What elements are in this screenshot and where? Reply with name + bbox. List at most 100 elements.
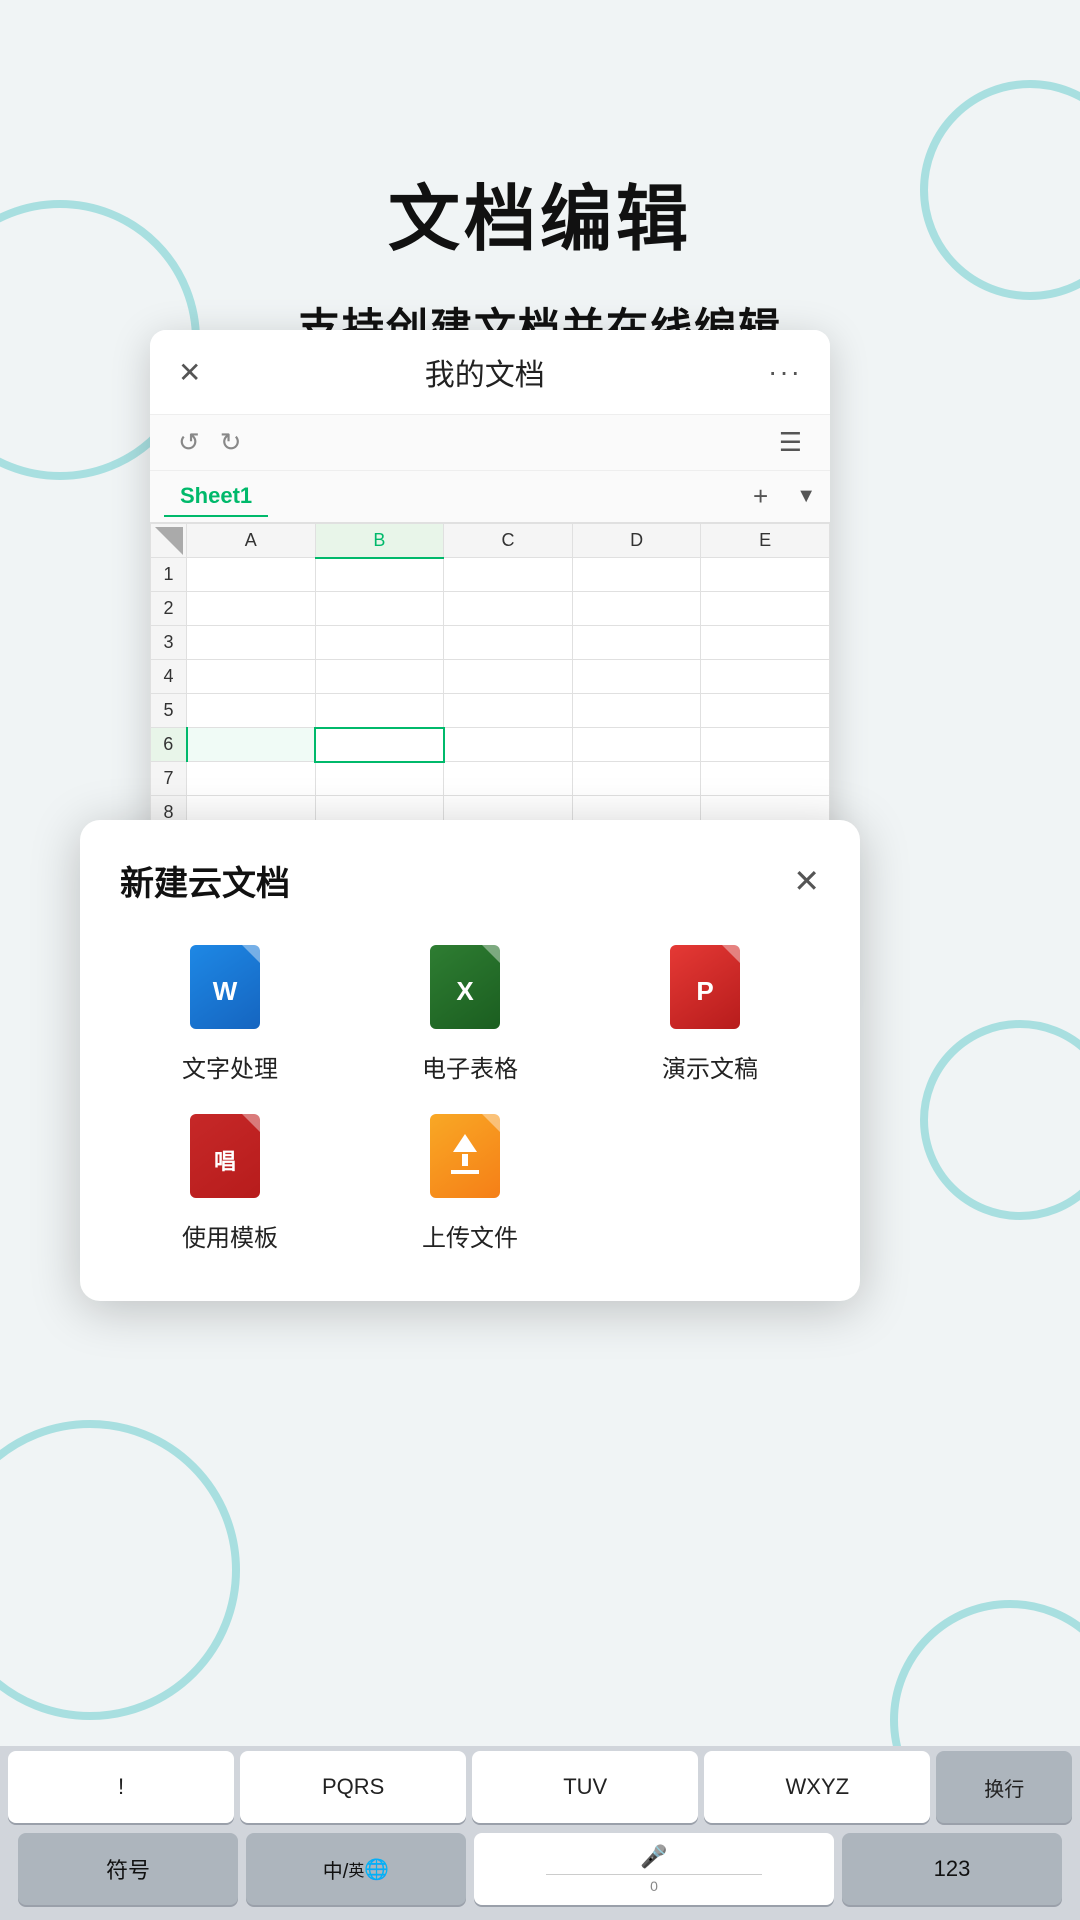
sheet-tabs-bar: Sheet1 + ▼ [150, 471, 830, 523]
doc-type-upload[interactable]: 上传文件 [360, 1114, 580, 1253]
row-header-3[interactable]: 3 [151, 626, 187, 660]
window-toolbar: ↺ ↻ ☰ [150, 415, 830, 471]
doc-type-excel[interactable]: X 电子表格 [360, 945, 580, 1084]
undo-button[interactable]: ↺ [178, 427, 200, 458]
keyboard-top-row: ! PQRS TUV WXYZ 换行 [0, 1746, 1080, 1828]
template-label: 使用模板 [182, 1218, 278, 1253]
excel-file-icon: X [430, 945, 500, 1029]
template-icon: 唱 [190, 1114, 270, 1204]
corner-select-all[interactable] [151, 524, 187, 558]
cell-E2[interactable] [701, 592, 830, 626]
col-header-E[interactable]: E [701, 524, 830, 558]
deco-arc-midright [920, 1020, 1080, 1220]
upload-file-icon [430, 1114, 500, 1198]
row-header-2[interactable]: 2 [151, 592, 187, 626]
key-chinese-english[interactable]: 中/英🌐 [246, 1833, 466, 1905]
col-header-D[interactable]: D [572, 524, 701, 558]
cell-C3[interactable] [444, 626, 573, 660]
row-header-1[interactable]: 1 [151, 558, 187, 592]
cell-E3[interactable] [701, 626, 830, 660]
keyboard-bottom-row: 符号 中/英🌐 🎤 0 123 [0, 1828, 1080, 1910]
table-row: 7 [151, 762, 830, 796]
row-header-7[interactable]: 7 [151, 762, 187, 796]
cell-B1[interactable] [315, 558, 444, 592]
col-header-B[interactable]: B [315, 524, 444, 558]
col-header-A[interactable]: A [187, 524, 316, 558]
word-file-icon: W [190, 945, 260, 1029]
key-enter[interactable]: 换行 [936, 1751, 1072, 1823]
cell-E6[interactable] [701, 728, 830, 762]
doc-type-grid: W 文字处理 X 电子表格 P 演示文稿 [120, 945, 820, 1253]
cell-C4[interactable] [444, 660, 573, 694]
cell-B6-active[interactable] [315, 728, 444, 762]
cell-D1[interactable] [572, 558, 701, 592]
key-123[interactable]: 123 [842, 1833, 1062, 1905]
col-header-C[interactable]: C [444, 524, 573, 558]
ppt-file-icon: P [670, 945, 740, 1029]
excel-label: 电子表格 [422, 1049, 518, 1084]
cell-B5[interactable] [315, 694, 444, 728]
cell-E7[interactable] [701, 762, 830, 796]
cell-A7[interactable] [187, 762, 316, 796]
sheet-tab-1[interactable]: Sheet1 [164, 477, 268, 517]
cell-A4[interactable] [187, 660, 316, 694]
cell-B7[interactable] [315, 762, 444, 796]
deco-arc-bottomleft [0, 1420, 240, 1720]
doc-type-ppt[interactable]: P 演示文稿 [600, 945, 820, 1084]
cell-C2[interactable] [444, 592, 573, 626]
sheet-dropdown-button[interactable]: ▼ [782, 485, 830, 508]
row-header-5[interactable]: 5 [151, 694, 187, 728]
cell-D6[interactable] [572, 728, 701, 762]
cell-D7[interactable] [572, 762, 701, 796]
cell-D3[interactable] [572, 626, 701, 660]
key-tuv[interactable]: TUV [472, 1751, 698, 1823]
dialog-title: 新建云文档 [120, 856, 290, 905]
cell-B2[interactable] [315, 592, 444, 626]
key-space-mic[interactable]: 🎤 0 [474, 1833, 834, 1905]
cell-C7[interactable] [444, 762, 573, 796]
key-pqrs[interactable]: PQRS [240, 1751, 466, 1823]
cell-C6[interactable] [444, 728, 573, 762]
key-symbol[interactable]: 符号 [18, 1833, 238, 1905]
row-header-4[interactable]: 4 [151, 660, 187, 694]
upload-label: 上传文件 [422, 1218, 518, 1253]
cell-E5[interactable] [701, 694, 830, 728]
row-header-6[interactable]: 6 [151, 728, 187, 762]
cell-C1[interactable] [444, 558, 573, 592]
page-title: 文档编辑 [0, 80, 1080, 265]
cell-D2[interactable] [572, 592, 701, 626]
table-row: 3 [151, 626, 830, 660]
window-title: 我的文档 [425, 350, 545, 394]
excel-icon: X [430, 945, 510, 1035]
window-more-button[interactable]: ··· [768, 356, 802, 388]
table-row: 5 [151, 694, 830, 728]
new-doc-dialog: 新建云文档 ✕ W 文字处理 X 电子表格 P [80, 820, 860, 1301]
window-close-button[interactable]: ✕ [178, 356, 201, 389]
cell-A5[interactable] [187, 694, 316, 728]
cell-A1[interactable] [187, 558, 316, 592]
dialog-close-button[interactable]: ✕ [793, 862, 820, 900]
ppt-label: 演示文稿 [662, 1049, 758, 1084]
cell-B3[interactable] [315, 626, 444, 660]
cell-E4[interactable] [701, 660, 830, 694]
cell-D4[interactable] [572, 660, 701, 694]
key-wxyz[interactable]: WXYZ [704, 1751, 930, 1823]
cell-B4[interactable] [315, 660, 444, 694]
cell-E1[interactable] [701, 558, 830, 592]
upload-arrow-stem [462, 1154, 468, 1166]
upload-icon [430, 1114, 510, 1204]
doc-type-template[interactable]: 唱 使用模板 [120, 1114, 340, 1253]
hamburger-menu-button[interactable]: ☰ [779, 427, 802, 458]
redo-button[interactable]: ↻ [220, 427, 242, 458]
add-sheet-button[interactable]: + [739, 481, 782, 512]
cell-A6[interactable] [187, 728, 316, 762]
cell-A2[interactable] [187, 592, 316, 626]
key-exclamation[interactable]: ! [8, 1751, 234, 1823]
word-label: 文字处理 [182, 1049, 278, 1084]
doc-type-word[interactable]: W 文字处理 [120, 945, 340, 1084]
table-row: 1 [151, 558, 830, 592]
ppt-icon: P [670, 945, 750, 1035]
cell-D5[interactable] [572, 694, 701, 728]
cell-A3[interactable] [187, 626, 316, 660]
cell-C5[interactable] [444, 694, 573, 728]
